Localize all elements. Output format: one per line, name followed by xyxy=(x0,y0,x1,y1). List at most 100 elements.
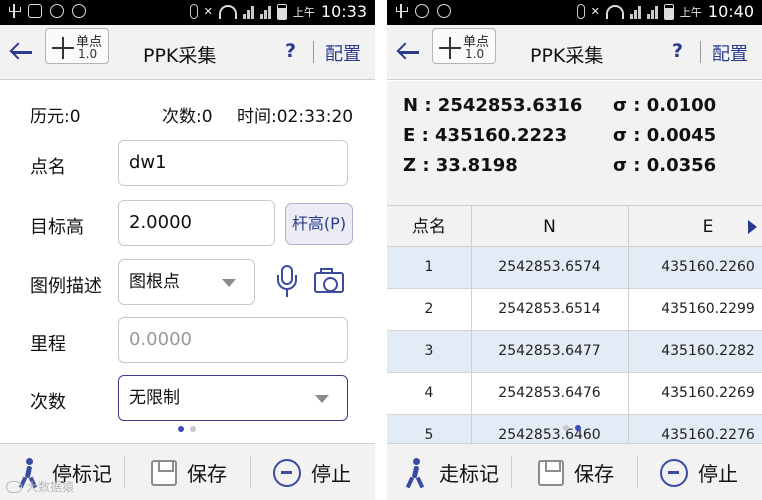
cell-point-name: 3 xyxy=(424,343,434,359)
time-text: 时间:02:33:20 xyxy=(237,107,354,127)
divider xyxy=(124,456,125,488)
column-header-e[interactable]: E xyxy=(628,206,762,248)
shield-icon xyxy=(415,4,429,18)
crosshair-icon-vertical xyxy=(62,37,64,59)
divider xyxy=(700,41,701,63)
image-icon xyxy=(28,4,42,18)
save-button[interactable]: 保存 xyxy=(538,444,614,500)
bluetooth-icon xyxy=(576,4,585,19)
cell-n: 2542853.6477 xyxy=(498,343,601,359)
mode-version: 1.0 xyxy=(78,47,98,61)
title-bar: 单点 1.0 PPK采集 ? 配置 xyxy=(387,25,762,80)
usb-icon xyxy=(395,4,408,18)
am-pm-label: 上午 xyxy=(679,5,702,19)
save-button[interactable]: 保存 xyxy=(151,444,227,500)
stop-button[interactable]: 停止 xyxy=(660,444,738,500)
page-title: PPK采集 xyxy=(143,45,217,67)
walk-mark-button[interactable]: 走标记 xyxy=(405,444,499,500)
column-divider xyxy=(471,205,472,443)
shield-icon xyxy=(50,4,64,18)
help-button[interactable]: ? xyxy=(672,40,683,62)
east-coordinate: E : 435160.2223 xyxy=(403,125,568,146)
android-icon xyxy=(72,4,86,18)
cell-point-name: 2 xyxy=(424,301,434,317)
android-icon xyxy=(437,4,451,18)
wifi-icon xyxy=(605,4,624,19)
save-icon xyxy=(538,459,564,486)
back-arrow-icon[interactable] xyxy=(8,40,36,64)
cell-e: 435160.2260 xyxy=(661,259,755,275)
table-row[interactable]: 4 2542853.6476 435160.2269 xyxy=(387,373,762,415)
config-button[interactable]: 配置 xyxy=(712,40,748,66)
am-pm-label: 上午 xyxy=(292,5,315,19)
point-name-input[interactable]: dw1 xyxy=(118,140,348,186)
epoch-text: 历元:0 xyxy=(30,107,81,127)
table-row[interactable]: 1 2542853.6574 435160.2260 xyxy=(387,247,762,289)
stop-label: 停止 xyxy=(698,462,738,486)
signal-icon xyxy=(629,4,641,19)
wifi-icon xyxy=(218,4,237,19)
stop-icon xyxy=(273,458,301,487)
microphone-icon[interactable] xyxy=(276,265,298,299)
column-header-point-name[interactable]: 点名 xyxy=(387,206,471,248)
page-indicator xyxy=(178,426,196,432)
coordinate-panel: N : 2542853.6316 σ : 0.0100 E : 435160.2… xyxy=(387,81,762,205)
north-sigma: σ : 0.0100 xyxy=(613,95,717,116)
bluetooth-icon xyxy=(189,4,198,19)
table-row[interactable]: 2 2542853.6514 435160.2299 xyxy=(387,289,762,331)
camera-icon[interactable] xyxy=(314,268,344,293)
signal-icon xyxy=(242,4,254,19)
cell-point-name: 1 xyxy=(424,259,434,275)
save-icon xyxy=(151,459,177,486)
divider xyxy=(250,456,251,488)
stop-icon xyxy=(660,458,688,487)
column-header-n[interactable]: N xyxy=(471,206,628,248)
table-header: 点名 N E xyxy=(387,205,762,247)
mode-version: 1.0 xyxy=(465,47,485,61)
stop-button[interactable]: 停止 xyxy=(273,444,351,500)
mileage-input[interactable]: 0.0000 xyxy=(118,317,348,363)
ppk-collect-form: 历元:0 次数:0 时间:02:33:20 点名 dw1 目标高 2.0000 … xyxy=(0,81,375,443)
count-text: 次数:0 xyxy=(162,107,213,127)
table-row[interactable]: 3 2542853.6477 435160.2282 xyxy=(387,331,762,373)
times-label: 次数 xyxy=(30,392,66,413)
target-height-input[interactable]: 2.0000 xyxy=(118,200,275,246)
cell-e: 435160.2276 xyxy=(661,427,755,443)
title-bar: 单点 1.0 PPK采集 ? 配置 xyxy=(0,25,375,80)
divider xyxy=(637,456,638,488)
points-table: 点名 N E 1 2542853.6574 435160.2260 2 2542… xyxy=(387,205,762,443)
clock: 10:40 xyxy=(707,2,754,21)
watermark-text: 大数据猿 xyxy=(26,480,75,494)
target-height-label: 目标高 xyxy=(30,217,84,238)
chevron-down-icon xyxy=(315,395,329,403)
cell-n: 2542853.6574 xyxy=(498,259,601,275)
cell-point-name: 4 xyxy=(424,385,434,401)
help-button[interactable]: ? xyxy=(285,40,296,62)
right-screen: ✕ 上午 10:40 单点 1.0 PPK采集 ? 配置 N : 2542853… xyxy=(387,0,762,500)
legend-select-value: 图根点 xyxy=(129,272,180,292)
back-arrow-icon[interactable] xyxy=(395,40,423,64)
clock: 10:33 xyxy=(320,2,367,21)
cell-n: 2542853.6476 xyxy=(498,385,601,401)
battery-icon xyxy=(276,3,287,20)
cell-e: 435160.2282 xyxy=(661,343,755,359)
left-screen: ✕ 上午 10:33 单点 1.0 PPK采集 ? 配置 历元:0 次数:0 时… xyxy=(0,0,375,500)
pole-height-button[interactable]: 杆高(P) xyxy=(285,203,353,245)
cell-n: 2542853.6460 xyxy=(498,427,601,443)
solution-mode-indicator[interactable]: 单点 1.0 xyxy=(432,28,496,64)
solution-mode-indicator[interactable]: 单点 1.0 xyxy=(45,28,109,64)
config-button[interactable]: 配置 xyxy=(325,40,361,66)
cell-point-name: 5 xyxy=(424,427,434,443)
cell-e: 435160.2269 xyxy=(661,385,755,401)
watermark: 大数据猿 xyxy=(6,478,74,495)
times-select[interactable]: 无限制 xyxy=(118,375,348,421)
save-label: 保存 xyxy=(187,462,227,486)
page-indicator xyxy=(563,425,581,431)
times-select-value: 无限制 xyxy=(129,388,180,408)
gps-icon: ✕ xyxy=(590,5,600,18)
scroll-right-icon[interactable] xyxy=(748,220,757,234)
signal-icon xyxy=(646,4,658,19)
signal-icon xyxy=(259,4,271,19)
walking-person-icon xyxy=(405,457,429,488)
legend-select[interactable]: 图根点 xyxy=(118,259,255,305)
